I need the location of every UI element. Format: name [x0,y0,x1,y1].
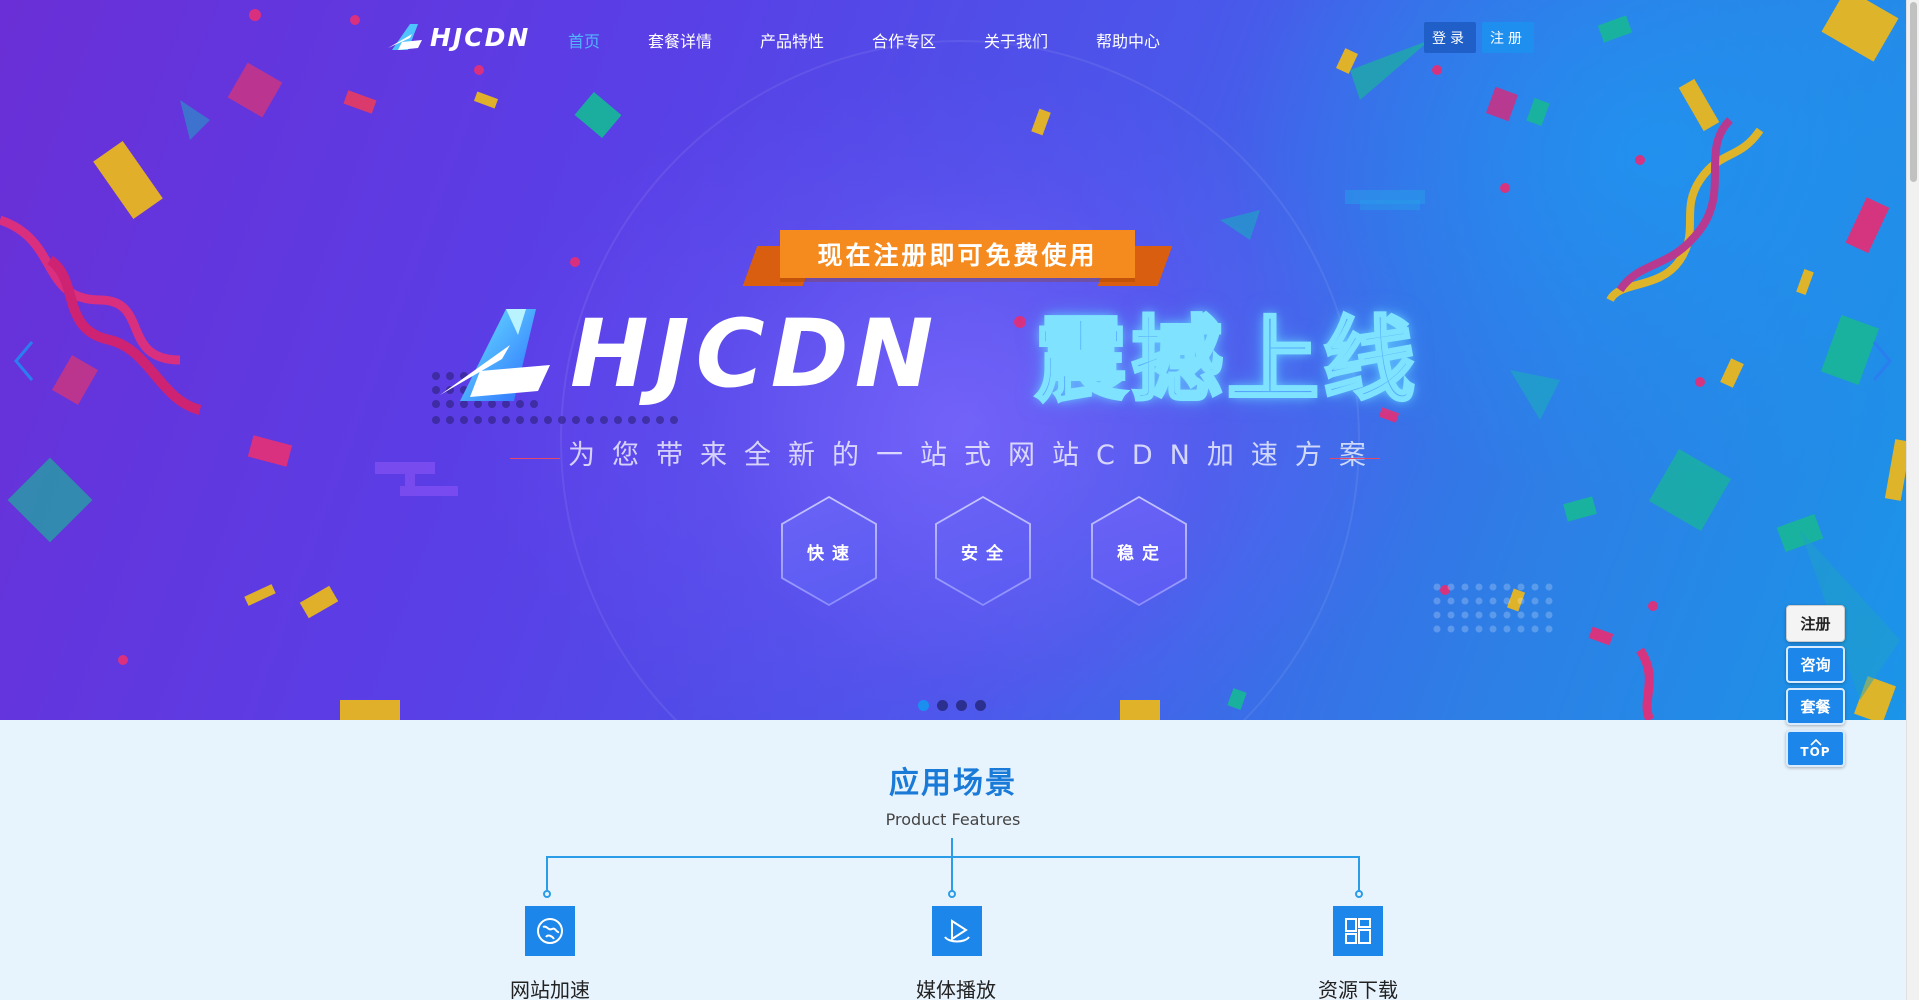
tree-connector-horizontal [546,856,1360,858]
tagline-line-left [510,458,560,459]
nav-item-partners[interactable]: 合作专区 [872,28,936,52]
slider-dot-4[interactable] [975,700,986,711]
side-package-button[interactable]: 套餐 [1786,688,1845,725]
feature-label-media: 媒体播放 [916,978,996,1000]
page-scrollbar[interactable] [1906,0,1919,1000]
download-grid-icon[interactable] [1333,906,1383,956]
slider-dot-1[interactable] [918,700,929,711]
site-logo[interactable]: HJCDN [388,22,530,52]
section-title: 应用场景 [889,766,1017,801]
register-button[interactable]: 注册 [1482,22,1534,53]
logo-mark-icon [388,24,422,50]
chevron-left-icon[interactable] [10,336,40,386]
confetti-decoration [0,0,1906,720]
tagline-line-right [1330,458,1380,459]
globe-icon[interactable] [525,906,575,956]
back-to-top-label: TOP [1800,745,1831,759]
hero-logo-mark-icon [440,309,550,401]
hero-logo-text: HJCDN [570,300,940,409]
login-button[interactable]: 登录 [1424,22,1476,53]
hero-tagline: 为您带来全新的一站式网站CDN加速方案 [568,440,1383,471]
side-register-button[interactable]: 注册 [1786,605,1845,642]
slider-dot-2[interactable] [937,700,948,711]
chevron-right-icon[interactable] [1866,336,1896,386]
logo-text: HJCDN [430,22,531,52]
scrollbar-thumb[interactable] [1910,2,1917,182]
nav-item-packages[interactable]: 套餐详情 [648,28,712,52]
feature-label-download: 资源下载 [1318,978,1398,1000]
section-subtitle: Product Features [885,810,1021,829]
tree-connector-center [951,838,953,894]
hero-logo: HJCDN [440,305,939,405]
top-navbar: HJCDN 首页 套餐详情 产品特性 合作专区 关于我们 帮助中心 登录 注册 [0,0,1906,78]
slider-dot-3[interactable] [956,700,967,711]
tree-connector-left [546,856,548,892]
nav-item-features[interactable]: 产品特性 [760,28,824,52]
back-to-top-button[interactable]: TOP [1786,730,1845,767]
launch-headline: 震撼上线 [1033,307,1420,414]
tree-node-center [948,890,956,898]
slider-pagination [918,700,986,711]
nav-item-help[interactable]: 帮助中心 [1096,28,1160,52]
nav-item-about[interactable]: 关于我们 [984,28,1048,52]
ribbon-text: 现在注册即可免费使用 [780,230,1135,278]
feature-label-website: 网站加速 [510,978,590,1000]
tree-node-left [543,890,551,898]
tree-connector-right [1358,856,1360,892]
dots-decoration-right [1433,583,1553,633]
tree-node-right [1355,890,1363,898]
nav-item-home[interactable]: 首页 [568,28,600,52]
play-icon[interactable] [932,906,982,956]
side-consult-button[interactable]: 咨询 [1786,646,1845,683]
promo-ribbon: 现在注册即可免费使用 [742,228,1173,290]
features-section: 应用场景 Product Features 网站加速 媒体播放 资源下载 [0,720,1906,1000]
hero-banner: HJCDN 首页 套餐详情 产品特性 合作专区 关于我们 帮助中心 登录 注册 … [0,0,1906,720]
